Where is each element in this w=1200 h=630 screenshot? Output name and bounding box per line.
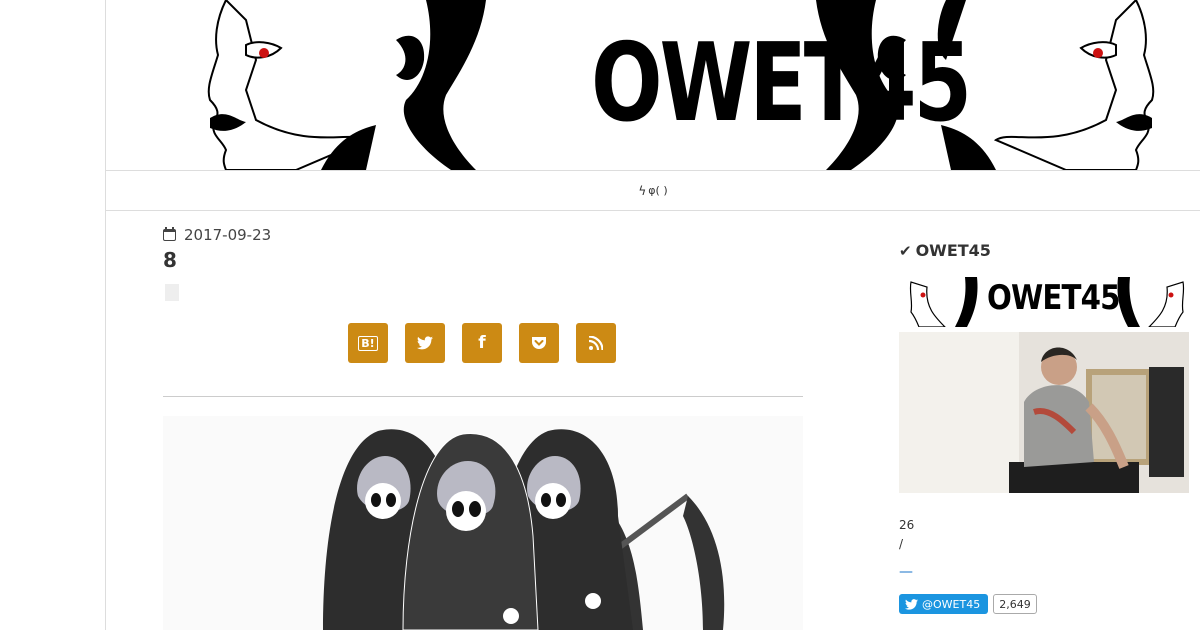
profile-text-line-2: / (899, 537, 904, 551)
pocket-share-button[interactable] (519, 323, 559, 363)
site-nav-bar[interactable]: ϟ φ( ) (106, 170, 1200, 211)
sidebar-banner-logo: OWET45 (987, 278, 1120, 318)
bolt-icon: ϟ (638, 183, 647, 198)
profile-photo-illustration (899, 332, 1189, 493)
sidebar-banner-image[interactable]: OWET45 (905, 277, 1189, 327)
twitter-follow-widget: @OWET45 2,649 (899, 594, 1037, 614)
pocket-icon (532, 336, 546, 349)
calendar-icon (163, 227, 176, 241)
grim-reapers-illustration (323, 429, 725, 630)
site-header-banner[interactable]: OWET45 (106, 0, 1200, 170)
profile-photo (899, 332, 1189, 493)
post-title[interactable]: 8 (163, 248, 177, 272)
post-date: 2017-09-23 (163, 226, 271, 244)
post-eyecatch-image (163, 416, 803, 630)
share-buttons: B! f (348, 323, 616, 363)
post-date-text: 2017-09-23 (184, 226, 272, 244)
profile-text-line-1: 26 (899, 518, 915, 532)
hatena-label: B! (358, 335, 378, 351)
twitter-share-button[interactable] (405, 323, 445, 363)
post-category-tag[interactable] (165, 284, 179, 301)
twitter-icon (905, 598, 918, 610)
rss-feed-button[interactable] (576, 323, 616, 363)
facebook-icon: f (478, 333, 486, 353)
facebook-share-button[interactable]: f (462, 323, 502, 363)
twitter-icon (417, 336, 433, 350)
site-logo-text: OWET45 (591, 21, 972, 146)
rss-icon (589, 336, 603, 350)
twitter-follower-count[interactable]: 2,649 (993, 594, 1037, 614)
nav-text[interactable]: φ( ) (648, 184, 667, 197)
twitter-follow-button[interactable]: @OWET45 (899, 594, 989, 614)
hatena-bookmark-button[interactable]: B! (348, 323, 388, 363)
check-icon: ✔ (899, 241, 912, 260)
divider (163, 396, 803, 397)
profile-link[interactable]: — (899, 564, 913, 580)
sidebar-title-text: OWET45 (915, 241, 991, 260)
left-gutter (0, 0, 106, 630)
twitter-handle: @OWET45 (922, 597, 981, 611)
sidebar-profile-heading: ✔ OWET45 (899, 241, 991, 260)
